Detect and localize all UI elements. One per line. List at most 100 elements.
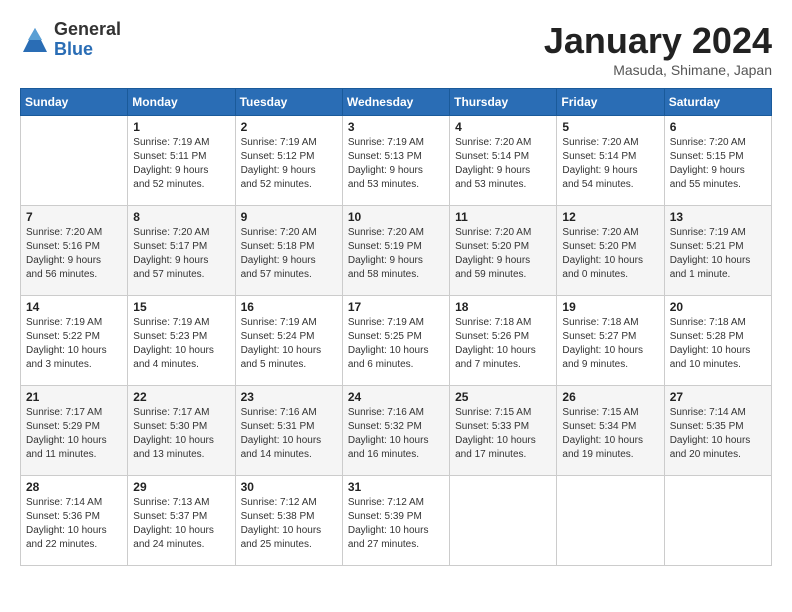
title-area: January 2024 Masuda, Shimane, Japan	[544, 20, 772, 78]
header-tuesday: Tuesday	[235, 89, 342, 116]
day-info: Sunrise: 7:20 AM Sunset: 5:16 PM Dayligh…	[26, 226, 122, 282]
day-number: 31	[348, 480, 444, 494]
day-info: Sunrise: 7:20 AM Sunset: 5:20 PM Dayligh…	[455, 226, 551, 282]
day-number: 20	[670, 300, 766, 314]
day-number: 13	[670, 210, 766, 224]
day-number: 26	[562, 390, 658, 404]
day-number: 24	[348, 390, 444, 404]
calendar-cell: 10 Sunrise: 7:20 AM Sunset: 5:19 PM Dayli…	[342, 206, 449, 296]
calendar-cell: 24 Sunrise: 7:16 AM Sunset: 5:32 PM Dayli…	[342, 386, 449, 476]
day-info: Sunrise: 7:16 AM Sunset: 5:32 PM Dayligh…	[348, 406, 444, 462]
calendar-cell: 19Sunrise: 7:18 AM Sunset: 5:27 PM Dayli…	[557, 296, 664, 386]
calendar-table: Sunday Monday Tuesday Wednesday Thursday…	[20, 88, 772, 566]
header-friday: Friday	[557, 89, 664, 116]
header: General Blue January 2024 Masuda, Shiman…	[20, 20, 772, 78]
day-number: 1	[133, 120, 229, 134]
day-info: Sunrise: 7:14 AM Sunset: 5:35 PM Dayligh…	[670, 406, 766, 462]
calendar-cell: 1 Sunrise: 7:19 AM Sunset: 5:11 PM Daylig…	[128, 116, 235, 206]
day-number: 30	[241, 480, 337, 494]
day-info: Sunrise: 7:15 AM Sunset: 5:33 PM Dayligh…	[455, 406, 551, 462]
day-info: Sunrise: 7:19 AM Sunset: 5:13 PM Dayligh…	[348, 136, 444, 192]
day-number: 9	[241, 210, 337, 224]
day-number: 15	[133, 300, 229, 314]
calendar-cell: 29Sunrise: 7:13 AM Sunset: 5:37 PM Dayli…	[128, 476, 235, 566]
location: Masuda, Shimane, Japan	[544, 62, 772, 78]
calendar-cell: 11 Sunrise: 7:20 AM Sunset: 5:20 PM Dayli…	[450, 206, 557, 296]
day-number: 12	[562, 210, 658, 224]
calendar-cell: 12 Sunrise: 7:20 AM Sunset: 5:20 PM Dayli…	[557, 206, 664, 296]
day-number: 27	[670, 390, 766, 404]
day-info: Sunrise: 7:16 AM Sunset: 5:31 PM Dayligh…	[241, 406, 337, 462]
calendar-cell: 17 Sunrise: 7:19 AM Sunset: 5:25 PM Dayli…	[342, 296, 449, 386]
calendar-cell: 8 Sunrise: 7:20 AM Sunset: 5:17 PM Daylig…	[128, 206, 235, 296]
day-info: Sunrise: 7:20 AM Sunset: 5:18 PM Dayligh…	[241, 226, 337, 282]
calendar-cell: 5 Sunrise: 7:20 AM Sunset: 5:14 PM Daylig…	[557, 116, 664, 206]
day-info: Sunrise: 7:19 AM Sunset: 5:11 PM Dayligh…	[133, 136, 229, 192]
day-info: Sunrise: 7:20 AM Sunset: 5:20 PM Dayligh…	[562, 226, 658, 282]
day-info: Sunrise: 7:20 AM Sunset: 5:17 PM Dayligh…	[133, 226, 229, 282]
calendar-cell: 4 Sunrise: 7:20 AM Sunset: 5:14 PM Daylig…	[450, 116, 557, 206]
day-number: 11	[455, 210, 551, 224]
header-sunday: Sunday	[21, 89, 128, 116]
calendar-header: Sunday Monday Tuesday Wednesday Thursday…	[21, 89, 772, 116]
header-monday: Monday	[128, 89, 235, 116]
day-number: 8	[133, 210, 229, 224]
week-row-0: 1 Sunrise: 7:19 AM Sunset: 5:11 PM Daylig…	[21, 116, 772, 206]
calendar-cell	[557, 476, 664, 566]
day-number: 4	[455, 120, 551, 134]
week-row-4: 28 Sunrise: 7:14 AM Sunset: 5:36 PM Dayli…	[21, 476, 772, 566]
day-info: Sunrise: 7:17 AM Sunset: 5:29 PM Dayligh…	[26, 406, 122, 462]
calendar-cell	[450, 476, 557, 566]
day-info: Sunrise: 7:14 AM Sunset: 5:36 PM Dayligh…	[26, 496, 122, 552]
calendar-cell: 14 Sunrise: 7:19 AM Sunset: 5:22 PM Dayli…	[21, 296, 128, 386]
calendar-cell: 21Sunrise: 7:17 AM Sunset: 5:29 PM Dayli…	[21, 386, 128, 476]
calendar-cell: 9 Sunrise: 7:20 AM Sunset: 5:18 PM Daylig…	[235, 206, 342, 296]
logo-icon	[20, 25, 50, 55]
calendar-body: 1 Sunrise: 7:19 AM Sunset: 5:11 PM Daylig…	[21, 116, 772, 566]
header-saturday: Saturday	[664, 89, 771, 116]
day-number: 10	[348, 210, 444, 224]
day-info: Sunrise: 7:20 AM Sunset: 5:14 PM Dayligh…	[455, 136, 551, 192]
day-number: 28	[26, 480, 122, 494]
day-info: Sunrise: 7:20 AM Sunset: 5:14 PM Dayligh…	[562, 136, 658, 192]
day-info: Sunrise: 7:12 AM Sunset: 5:38 PM Dayligh…	[241, 496, 337, 552]
calendar-cell	[21, 116, 128, 206]
calendar-cell: 20 Sunrise: 7:18 AM Sunset: 5:28 PM Dayli…	[664, 296, 771, 386]
calendar-cell: 16Sunrise: 7:19 AM Sunset: 5:24 PM Dayli…	[235, 296, 342, 386]
logo: General Blue	[20, 20, 121, 60]
day-info: Sunrise: 7:18 AM Sunset: 5:28 PM Dayligh…	[670, 316, 766, 372]
week-row-1: 7Sunrise: 7:20 AM Sunset: 5:16 PM Daylig…	[21, 206, 772, 296]
day-info: Sunrise: 7:19 AM Sunset: 5:21 PM Dayligh…	[670, 226, 766, 282]
calendar-cell: 3 Sunrise: 7:19 AM Sunset: 5:13 PM Daylig…	[342, 116, 449, 206]
calendar-cell: 23 Sunrise: 7:16 AM Sunset: 5:31 PM Dayli…	[235, 386, 342, 476]
day-number: 17	[348, 300, 444, 314]
day-number: 3	[348, 120, 444, 134]
day-number: 5	[562, 120, 658, 134]
day-info: Sunrise: 7:18 AM Sunset: 5:26 PM Dayligh…	[455, 316, 551, 372]
day-number: 18	[455, 300, 551, 314]
calendar-cell: 30 Sunrise: 7:12 AM Sunset: 5:38 PM Dayli…	[235, 476, 342, 566]
calendar-cell: 28 Sunrise: 7:14 AM Sunset: 5:36 PM Dayli…	[21, 476, 128, 566]
calendar-cell: 15Sunrise: 7:19 AM Sunset: 5:23 PM Dayli…	[128, 296, 235, 386]
day-number: 2	[241, 120, 337, 134]
calendar-cell: 18 Sunrise: 7:18 AM Sunset: 5:26 PM Dayli…	[450, 296, 557, 386]
day-info: Sunrise: 7:13 AM Sunset: 5:37 PM Dayligh…	[133, 496, 229, 552]
day-number: 25	[455, 390, 551, 404]
day-info: Sunrise: 7:19 AM Sunset: 5:24 PM Dayligh…	[241, 316, 337, 372]
calendar-cell: 6Sunrise: 7:20 AM Sunset: 5:15 PM Daylig…	[664, 116, 771, 206]
calendar-cell: 26 Sunrise: 7:15 AM Sunset: 5:34 PM Dayli…	[557, 386, 664, 476]
day-info: Sunrise: 7:15 AM Sunset: 5:34 PM Dayligh…	[562, 406, 658, 462]
calendar-cell: 7Sunrise: 7:20 AM Sunset: 5:16 PM Daylig…	[21, 206, 128, 296]
day-info: Sunrise: 7:19 AM Sunset: 5:25 PM Dayligh…	[348, 316, 444, 372]
header-thursday: Thursday	[450, 89, 557, 116]
day-number: 14	[26, 300, 122, 314]
day-info: Sunrise: 7:20 AM Sunset: 5:19 PM Dayligh…	[348, 226, 444, 282]
day-number: 19	[562, 300, 658, 314]
week-row-2: 14 Sunrise: 7:19 AM Sunset: 5:22 PM Dayli…	[21, 296, 772, 386]
day-number: 23	[241, 390, 337, 404]
day-info: Sunrise: 7:19 AM Sunset: 5:22 PM Dayligh…	[26, 316, 122, 372]
day-info: Sunrise: 7:19 AM Sunset: 5:12 PM Dayligh…	[241, 136, 337, 192]
day-info: Sunrise: 7:20 AM Sunset: 5:15 PM Dayligh…	[670, 136, 766, 192]
month-title: January 2024	[544, 20, 772, 62]
header-wednesday: Wednesday	[342, 89, 449, 116]
